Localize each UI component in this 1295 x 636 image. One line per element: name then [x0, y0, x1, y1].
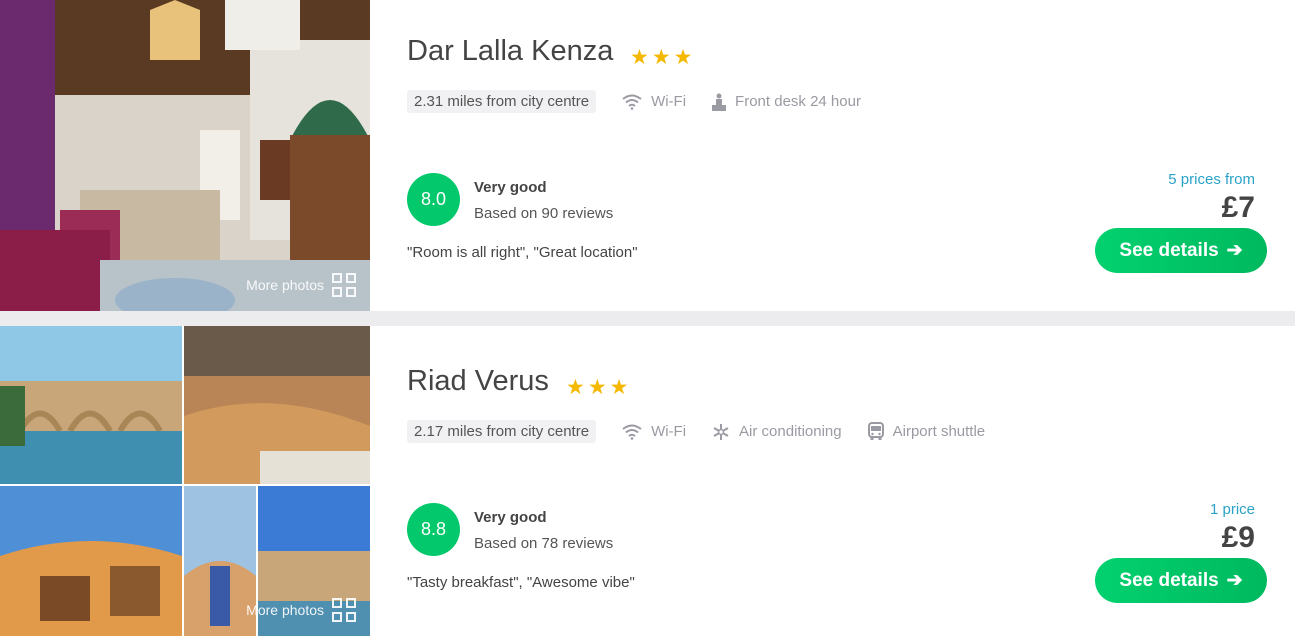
more-photos-label: More photos [246, 277, 324, 293]
hotel-name[interactable]: Riad Verus [407, 365, 549, 398]
star-icon: ★ [651, 46, 671, 69]
see-details-button[interactable]: See details ➔ [1095, 558, 1267, 603]
more-photos-link[interactable]: More photos [246, 273, 356, 297]
star-icon: ★ [566, 376, 585, 399]
review-quote: "Room is all right", "Great location" [407, 244, 638, 261]
room-photo-image [0, 0, 370, 311]
snowflake-icon [713, 423, 729, 440]
arrow-right-icon: ➔ [1226, 570, 1243, 591]
price: £9 [1221, 521, 1255, 554]
amenity-label: Wi-Fi [651, 93, 687, 110]
star-rating: ★ ★ ★ [566, 375, 628, 400]
review-score-badge: 8.8 [407, 503, 460, 556]
amenity-label: Airport shuttle [892, 423, 986, 440]
prices-from-link[interactable]: 1 price [1210, 501, 1255, 518]
hotel-photo[interactable]: More photos [0, 0, 370, 311]
more-photos-label: More photos [246, 602, 324, 618]
amenities-row: 2.17 miles from city centre Wi-Fi Air co… [407, 420, 985, 443]
front-desk-icon [712, 93, 727, 111]
hotel-photo[interactable]: More photos [0, 326, 370, 636]
amenity-wifi: Wi-Fi [622, 423, 686, 440]
amenities-row: 2.31 miles from city centre Wi-Fi Front … [407, 90, 861, 113]
rating-label: Very good [474, 509, 547, 526]
review-quote: "Tasty breakfast", "Awesome vibe" [407, 574, 635, 591]
review-score-badge: 8.0 [407, 173, 460, 226]
star-icon: ★ [630, 46, 649, 69]
amenity-front-desk: Front desk 24 hour [712, 93, 861, 111]
star-icon: ★ [673, 46, 693, 69]
hotel-card-riad-verus: More photos Riad Verus ★ ★ ★ 2.17 miles … [0, 326, 1295, 636]
grid-icon [332, 598, 356, 622]
hotel-card-dar-lalla-kenza: More photos Dar Lalla Kenza ★ ★ ★ 2.31 m… [0, 0, 1295, 311]
collage-photo-image [0, 326, 370, 636]
star-icon: ★ [609, 376, 629, 399]
star-icon: ★ [587, 376, 607, 399]
see-details-button[interactable]: See details ➔ [1095, 228, 1267, 273]
price: £7 [1221, 191, 1255, 224]
star-rating: ★ ★ ★ [630, 45, 692, 70]
hotel-name[interactable]: Dar Lalla Kenza [407, 35, 613, 68]
prices-from-link[interactable]: 5 prices from [1168, 171, 1255, 188]
wifi-icon [622, 424, 642, 440]
bus-icon [867, 422, 884, 440]
arrow-right-icon: ➔ [1226, 240, 1243, 261]
see-details-label: See details [1119, 239, 1219, 261]
amenity-air-conditioning: Air conditioning [712, 423, 842, 441]
amenity-airport-shuttle: Airport shuttle [867, 422, 986, 441]
amenity-wifi: Wi-Fi [622, 93, 686, 110]
amenity-label: Wi-Fi [651, 423, 687, 440]
amenity-label: Front desk 24 hour [735, 93, 861, 110]
amenity-label: Air conditioning [739, 423, 842, 440]
review-count: Based on 90 reviews [474, 205, 614, 222]
see-details-label: See details [1119, 569, 1219, 591]
wifi-icon [622, 94, 642, 110]
distance-badge: 2.17 miles from city centre [407, 420, 597, 443]
grid-icon [332, 273, 356, 297]
review-count: Based on 78 reviews [474, 535, 614, 552]
distance-badge: 2.31 miles from city centre [407, 90, 597, 113]
rating-label: Very good [474, 179, 547, 196]
more-photos-link[interactable]: More photos [246, 598, 356, 622]
